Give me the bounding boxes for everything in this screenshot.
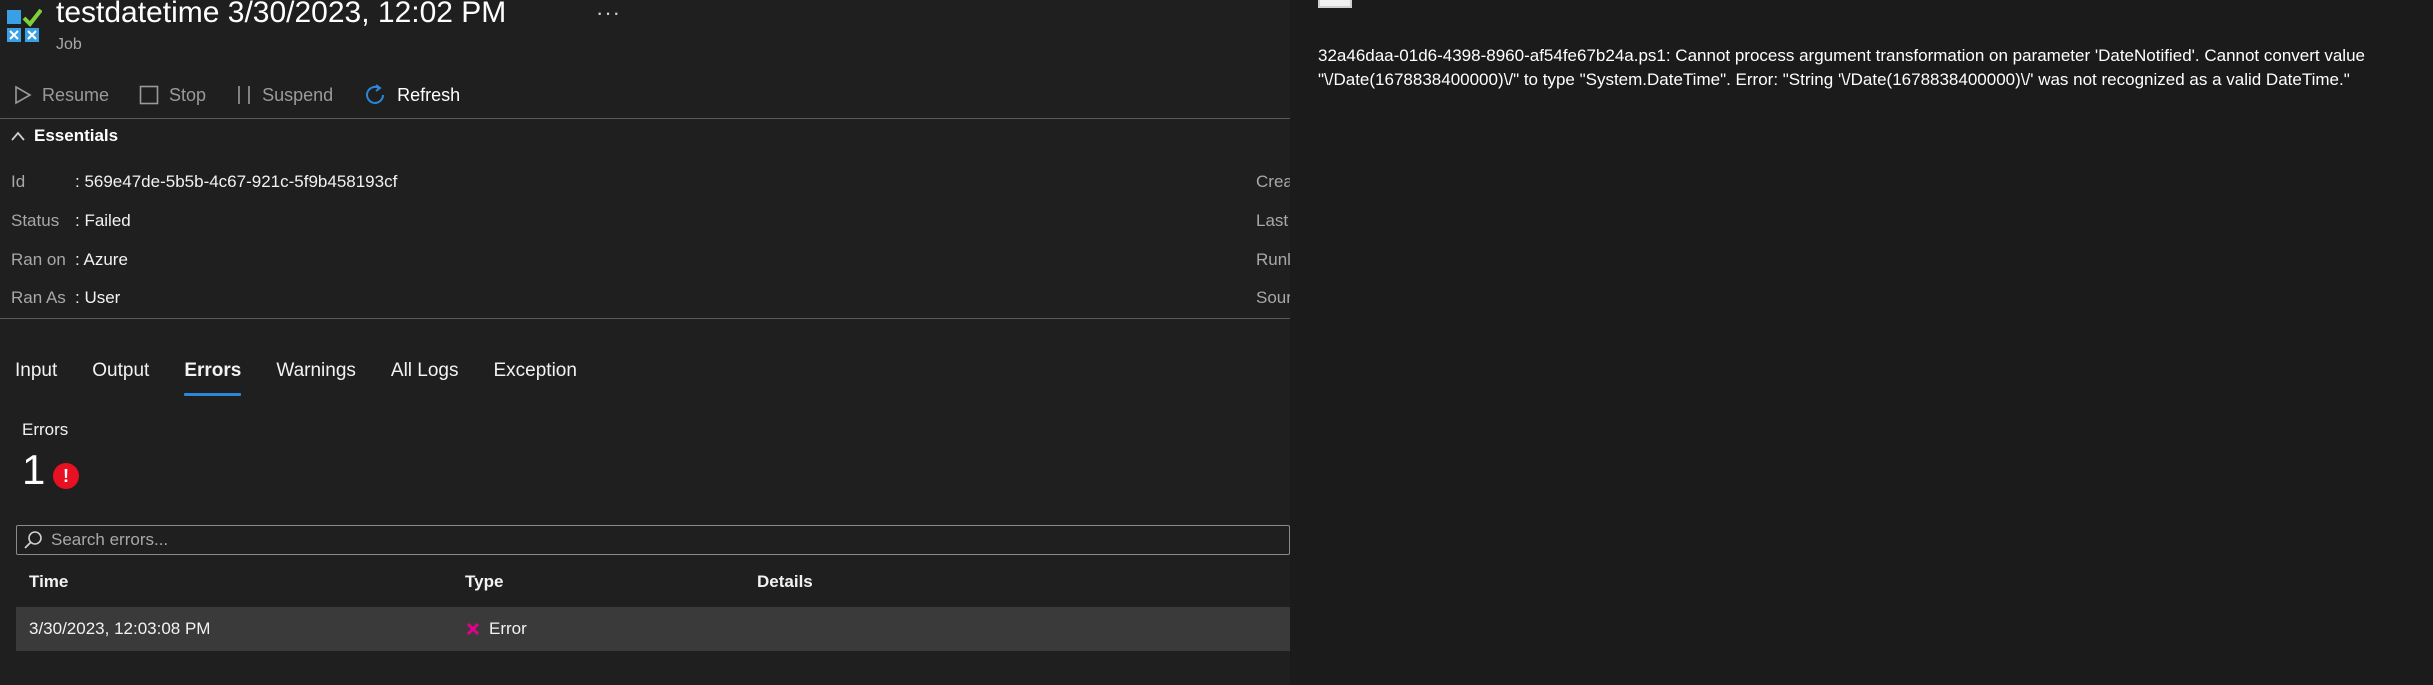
- id-value: : 569e47de-5b5b-4c67-921c-5f9b458193cf: [75, 172, 398, 191]
- job-tabs: Input Output Errors Warnings All Logs Ex…: [15, 360, 612, 396]
- column-header-type[interactable]: Type: [465, 572, 503, 592]
- stop-button[interactable]: Stop: [139, 85, 206, 106]
- refresh-icon: [366, 84, 385, 104]
- ran-as-label: Ran As: [11, 288, 66, 307]
- row-type: Error: [465, 619, 527, 639]
- row-type-label: Error: [489, 619, 527, 638]
- refresh-button[interactable]: Refresh: [363, 83, 460, 107]
- search-icon: [24, 531, 42, 549]
- play-icon: [15, 85, 32, 105]
- ran-as-value: : User: [75, 288, 121, 307]
- tab-exception[interactable]: Exception: [494, 360, 577, 396]
- table-row[interactable]: 3/30/2023, 12:03:08 PM Error: [16, 607, 1290, 651]
- column-header-time[interactable]: Time: [29, 572, 68, 592]
- more-options-button[interactable]: ···: [596, 0, 621, 26]
- essentials-row-status: Status : Failed: [11, 211, 131, 231]
- tab-output[interactable]: Output: [92, 360, 149, 396]
- runbook-job-icon: [6, 6, 43, 46]
- error-x-icon: [466, 622, 480, 636]
- page-title: testdatetime 3/30/2023, 12:02 PM: [56, 0, 507, 29]
- tab-warnings[interactable]: Warnings: [276, 360, 356, 396]
- essentials-label: Essentials: [34, 126, 119, 145]
- status-value: : Failed: [75, 211, 131, 230]
- runbook-label: Runl: [1256, 250, 1290, 269]
- job-blade: testdatetime 3/30/2023, 12:02 PM ··· Job…: [0, 0, 1290, 685]
- tab-errors[interactable]: Errors: [184, 360, 242, 396]
- essentials-toggle[interactable]: Essentials: [10, 126, 118, 146]
- tab-input[interactable]: Input: [15, 360, 57, 396]
- divider: [0, 118, 1290, 119]
- status-label: Status: [11, 211, 60, 230]
- resume-label: Resume: [42, 84, 110, 105]
- error-badge-icon: !: [53, 463, 79, 489]
- column-header-details[interactable]: Details: [757, 572, 813, 592]
- ran-on-label: Ran on: [11, 250, 66, 269]
- row-time: 3/30/2023, 12:03:08 PM: [29, 619, 211, 638]
- pause-icon: [238, 86, 250, 104]
- essentials-row-ran-as: Ran As : User: [11, 288, 120, 308]
- essentials-row-id: Id : 569e47de-5b5b-4c67-921c-5f9b458193c…: [11, 172, 397, 192]
- essentials-row-ran-on: Ran on : Azure: [11, 250, 128, 270]
- errors-count: 1: [22, 446, 46, 493]
- error-message: 32a46daa-01d6-4398-8960-af54fe67b24a.ps1…: [1318, 46, 2365, 89]
- document-icon: [1318, 0, 1352, 8]
- refresh-label: Refresh: [397, 84, 461, 105]
- stop-label: Stop: [169, 84, 207, 105]
- divider: [0, 318, 1290, 319]
- chevron-up-icon: [11, 131, 25, 141]
- suspend-label: Suspend: [262, 84, 334, 105]
- resume-button[interactable]: Resume: [14, 85, 109, 106]
- suspend-button[interactable]: Suspend: [236, 84, 333, 106]
- page-subtitle: Job: [56, 36, 82, 53]
- id-label: Id: [11, 172, 26, 191]
- errors-summary-label: Errors: [22, 420, 69, 439]
- search-errors-input[interactable]: [49, 529, 1253, 551]
- command-bar: Resume Stop Suspend Refresh: [14, 80, 490, 110]
- source-label: Sour: [1256, 288, 1290, 307]
- search-box: [16, 525, 1290, 555]
- last-updated-label: Last: [1256, 211, 1289, 230]
- stop-icon: [139, 85, 159, 105]
- tab-all-logs[interactable]: All Logs: [391, 360, 459, 396]
- created-label: Crea: [1256, 172, 1290, 191]
- error-detail-pane: 32a46daa-01d6-4398-8960-af54fe67b24a.ps1…: [1290, 0, 2433, 685]
- ran-on-value: : Azure: [75, 250, 128, 269]
